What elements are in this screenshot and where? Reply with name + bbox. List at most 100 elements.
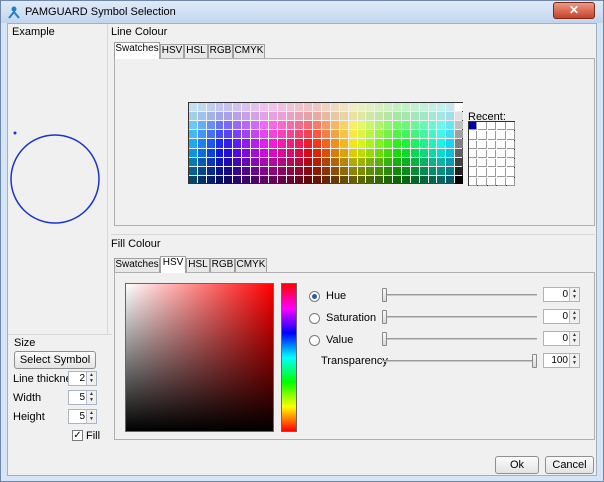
swatch-cell[interactable] (189, 148, 197, 157)
spinner-arrows-icon[interactable]: ▲ ▼ (86, 372, 96, 385)
value-slider-thumb[interactable] (382, 332, 387, 346)
close-button[interactable]: ✕ (553, 2, 595, 19)
recent-swatch-cell[interactable] (478, 122, 487, 131)
swatch-cell[interactable] (348, 112, 357, 121)
swatch-cell[interactable] (357, 112, 366, 121)
recent-swatch-cell[interactable] (506, 168, 515, 177)
swatch-cell[interactable] (384, 112, 393, 121)
swatch-cell[interactable] (401, 157, 410, 166)
recent-swatch-cell[interactable] (469, 159, 478, 168)
swatch-cell[interactable] (437, 148, 446, 157)
swatch-cell[interactable] (401, 130, 410, 139)
swatch-cell[interactable] (384, 139, 393, 148)
recent-swatch-cell[interactable] (497, 177, 506, 186)
swatch-cell[interactable] (357, 103, 366, 112)
swatch-cell[interactable] (242, 157, 251, 166)
swatch-cell[interactable] (268, 148, 277, 157)
transparency-spinner[interactable]: 100 ▲ ▼ (543, 353, 580, 368)
recent-swatch-cell[interactable] (469, 122, 478, 131)
swatch-cell[interactable] (304, 157, 313, 166)
swatch-cell[interactable] (375, 166, 384, 175)
swatch-cell[interactable] (268, 112, 277, 121)
swatch-cell[interactable] (393, 121, 401, 130)
transparency-slider[interactable] (382, 354, 537, 368)
swatch-cell[interactable] (215, 139, 224, 148)
swatch-cell[interactable] (330, 148, 339, 157)
transparency-slider-thumb[interactable] (532, 354, 537, 368)
swatch-cell[interactable] (339, 121, 348, 130)
swatch-cell[interactable] (206, 166, 215, 175)
swatch-cell[interactable] (197, 139, 206, 148)
spinner-arrows-icon[interactable]: ▲ ▼ (569, 354, 579, 367)
fill-tab-hsl[interactable]: HSL (186, 258, 210, 272)
swatch-cell[interactable] (286, 175, 295, 184)
recent-swatch-cell[interactable] (506, 140, 515, 149)
swatch-cell[interactable] (259, 175, 268, 184)
swatch-cell[interactable] (339, 130, 348, 139)
swatch-cell[interactable] (277, 139, 286, 148)
swatch-cell[interactable] (304, 103, 313, 112)
recent-swatch-cell[interactable] (469, 168, 478, 177)
swatch-cell[interactable] (366, 148, 375, 157)
swatch-cell[interactable] (366, 166, 375, 175)
recent-swatch-cell[interactable] (487, 131, 497, 140)
swatch-cell[interactable] (428, 166, 437, 175)
swatch-cell[interactable] (357, 175, 366, 184)
swatch-cell[interactable] (215, 112, 224, 121)
swatch-cell[interactable] (233, 166, 242, 175)
swatch-cell[interactable] (384, 121, 393, 130)
swatch-cell[interactable] (233, 148, 242, 157)
value-spinner[interactable]: 0 ▲ ▼ (543, 331, 580, 346)
swatch-cell[interactable] (446, 148, 455, 157)
recent-swatch-cell[interactable] (469, 131, 478, 140)
swatch-cell[interactable] (259, 103, 268, 112)
swatch-cell[interactable] (224, 166, 233, 175)
swatch-cell[interactable] (286, 103, 295, 112)
swatch-cell[interactable] (206, 112, 215, 121)
swatch-cell[interactable] (277, 103, 286, 112)
value-radio[interactable] (309, 335, 320, 346)
recent-swatch-cell[interactable] (478, 168, 487, 177)
swatch-cell[interactable] (419, 121, 428, 130)
value-option[interactable]: Value (309, 334, 369, 348)
swatch-cell[interactable] (357, 148, 366, 157)
hue-radio[interactable] (309, 291, 320, 302)
swatch-cell[interactable] (419, 139, 428, 148)
swatch-cell[interactable] (428, 103, 437, 112)
swatch-cell[interactable] (419, 130, 428, 139)
swatch-cell[interactable] (339, 112, 348, 121)
swatch-cell[interactable] (277, 121, 286, 130)
swatch-cell[interactable] (215, 130, 224, 139)
swatch-cell[interactable] (428, 130, 437, 139)
swatch-cell[interactable] (277, 112, 286, 121)
swatch-cell[interactable] (251, 166, 259, 175)
fill-tab-hsv[interactable]: HSV (160, 256, 186, 273)
swatch-cell[interactable] (233, 175, 242, 184)
swatch-cell[interactable] (215, 166, 224, 175)
swatch-cell[interactable] (259, 148, 268, 157)
swatch-cell[interactable] (224, 103, 233, 112)
swatch-cell[interactable] (224, 130, 233, 139)
swatch-cell[interactable] (419, 148, 428, 157)
swatch-cell[interactable] (455, 112, 463, 121)
swatch-cell[interactable] (286, 130, 295, 139)
swatch-cell[interactable] (206, 130, 215, 139)
swatch-cell[interactable] (277, 148, 286, 157)
spinner-arrows-icon[interactable]: ▲ ▼ (86, 410, 96, 423)
saturation-slider-thumb[interactable] (382, 310, 387, 324)
swatch-cell[interactable] (339, 139, 348, 148)
swatch-cell[interactable] (197, 175, 206, 184)
swatch-cell[interactable] (215, 157, 224, 166)
swatch-cell[interactable] (401, 121, 410, 130)
recent-swatch-cell[interactable] (487, 149, 497, 159)
swatch-cell[interactable] (251, 130, 259, 139)
swatch-cell[interactable] (410, 130, 419, 139)
swatch-cell[interactable] (393, 103, 401, 112)
swatch-cell[interactable] (313, 139, 322, 148)
swatch-cell[interactable] (304, 112, 313, 121)
swatch-cell[interactable] (313, 130, 322, 139)
hue-option[interactable]: Hue (309, 290, 369, 304)
swatch-cell[interactable] (357, 166, 366, 175)
swatch-cell[interactable] (189, 103, 197, 112)
recent-swatch-cell[interactable] (487, 122, 497, 131)
